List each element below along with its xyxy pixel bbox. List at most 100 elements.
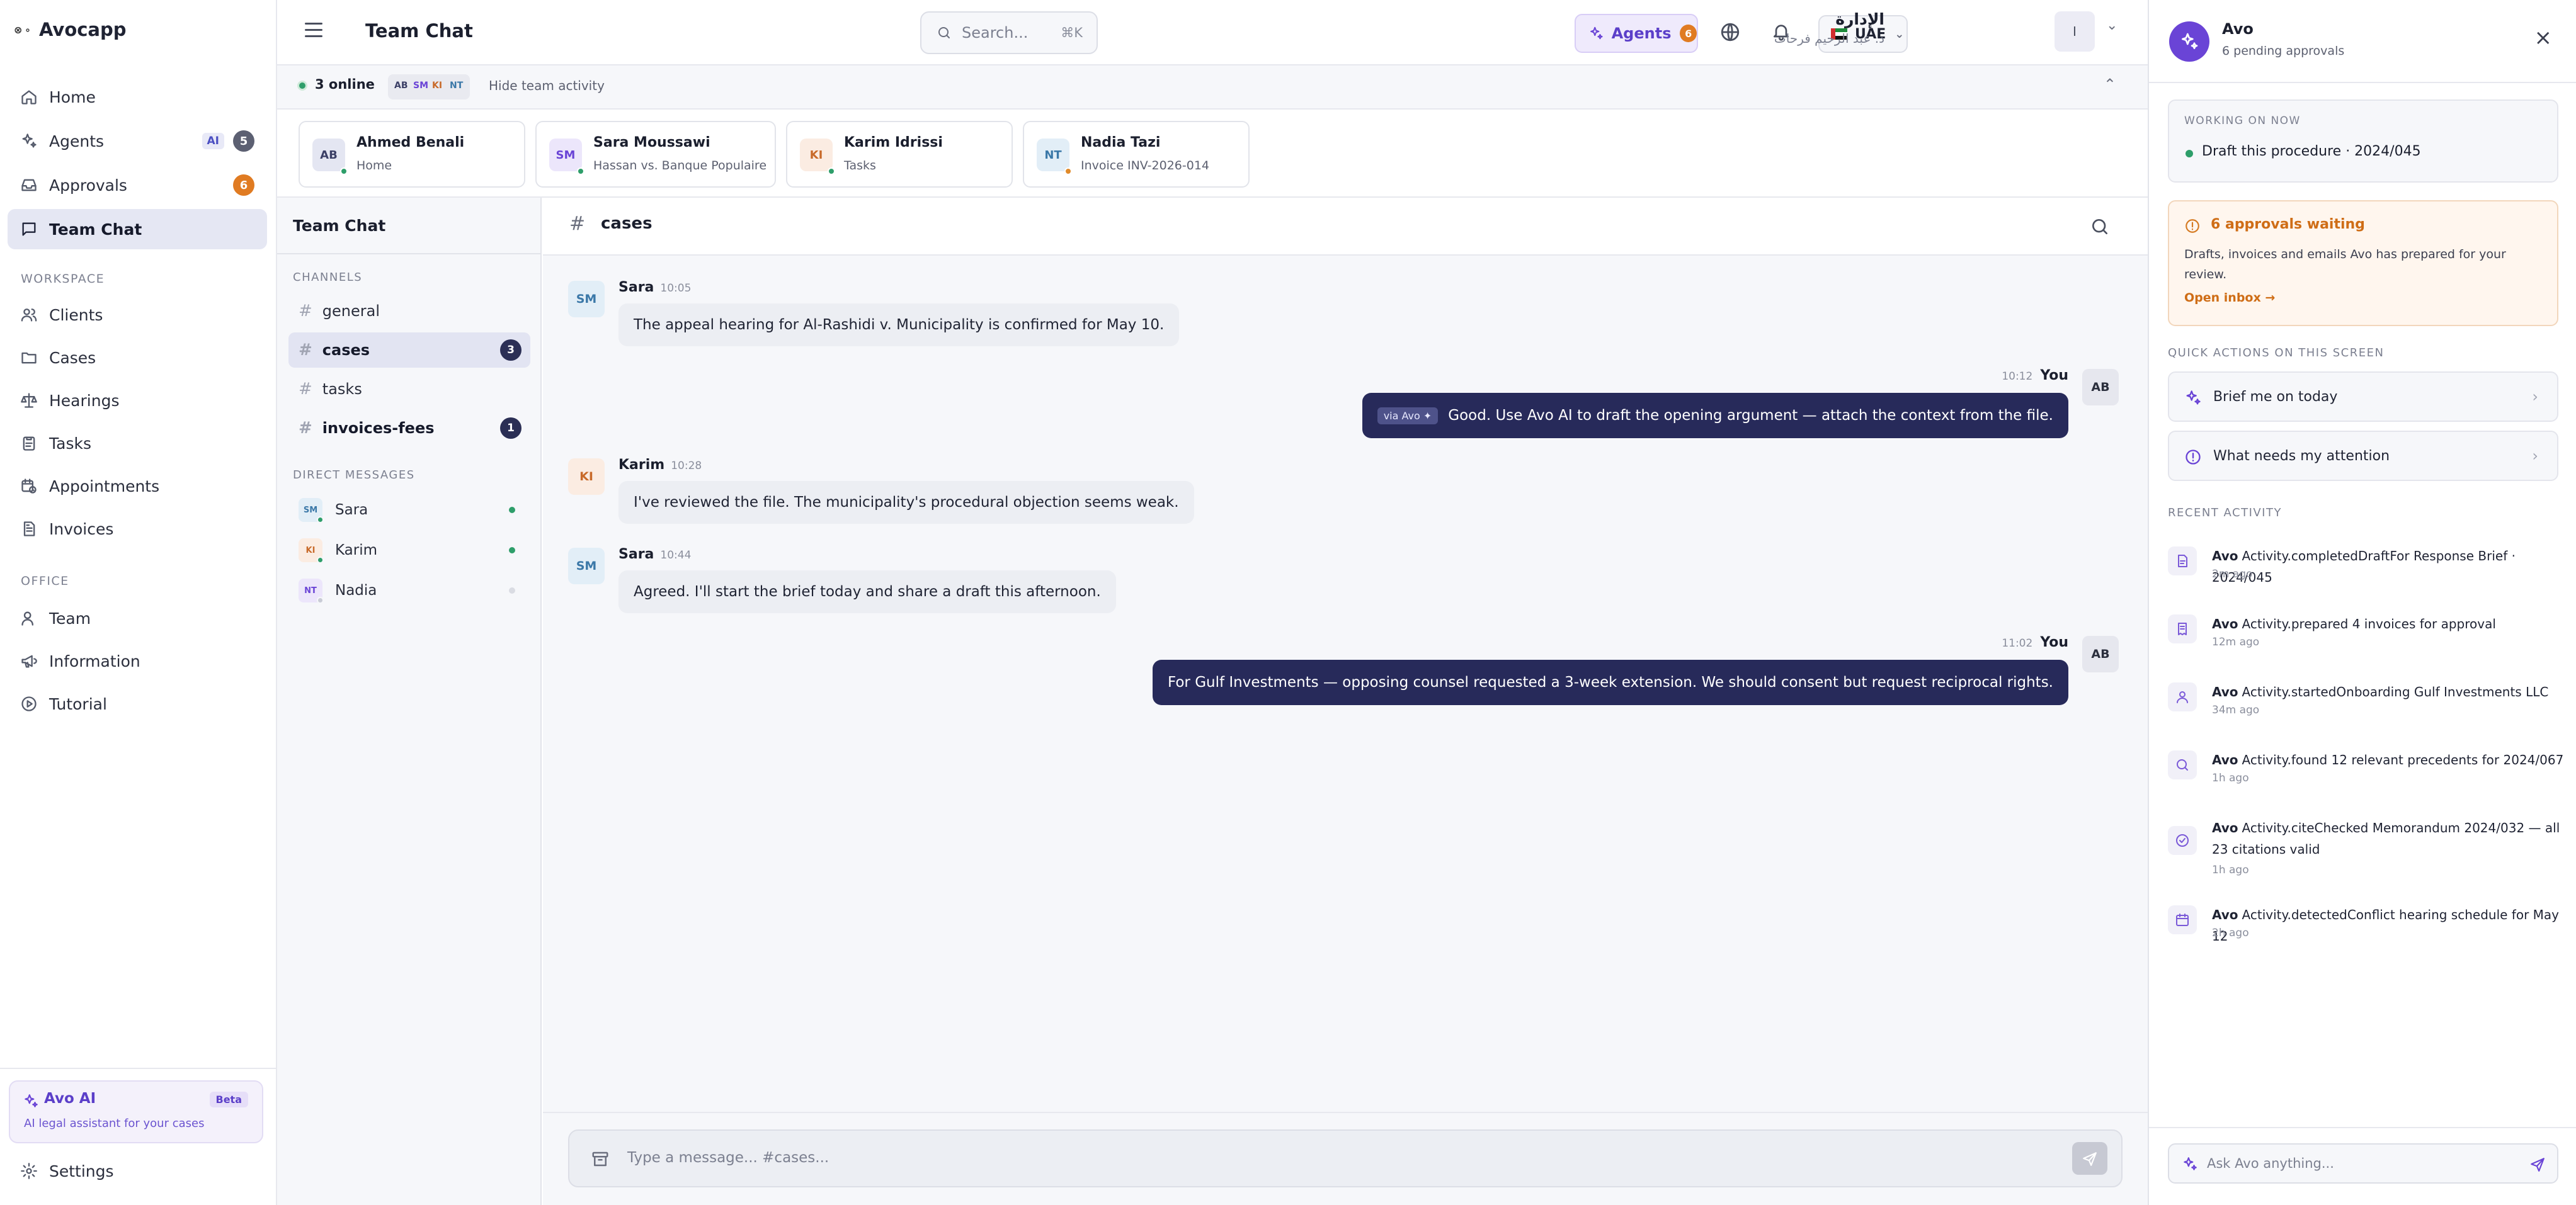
nav-item-tutorial[interactable]: Tutorial [8,684,267,724]
brand-name: Avocapp [39,19,127,40]
archive-icon[interactable] [591,1150,610,1168]
check-circle-icon [2168,826,2197,855]
dm-item-nadia[interactable]: NT Nadia [288,573,530,608]
avatar: NT [299,579,324,604]
mini-avatar: SM [413,81,429,91]
sidebar-divider [0,1068,276,1069]
presence-card[interactable]: KI Karim Idrissi Tasks [786,121,1013,188]
avo-ai-card[interactable]: Avo AI Beta AI legal assistant for your … [9,1080,263,1143]
brief-me-button[interactable]: Brief me on today › [2168,371,2558,422]
timestamp: 10:12 [2002,370,2033,383]
avo-card-subtitle: AI legal assistant for your cases [24,1117,205,1130]
avatar: SM [299,498,324,523]
folder-icon [21,352,37,364]
search-placeholder: Search... [962,24,1029,42]
activity-time: 1h ago [2212,864,2249,876]
nav-item-hearings[interactable]: Hearings [8,380,267,421]
user-info[interactable]: الإدارة د. عبد الرحيم فرحات [1774,10,1884,46]
activity-text: Activity.completedDraftFor Response Brie… [2212,548,2516,585]
activity-time: 12m ago [2212,636,2260,648]
activity-actor: Avo [2212,752,2238,767]
online-avatars: AB SM KI NT [388,74,470,99]
dm-name: Nadia [335,582,377,599]
member-name: Karim Idrissi [844,135,943,150]
unread-badge: 3 [500,339,521,361]
presence-card[interactable]: SM Sara Moussawi Hassan vs. Banque Popul… [535,121,776,188]
member-name: Sara Moussawi [593,135,710,150]
search-shortcut: ⌘K [1061,25,1083,40]
nav-item-invoices[interactable]: Invoices [8,509,267,549]
member-location: Tasks [844,159,876,173]
alert-circle-icon [2186,450,2201,465]
chevron-right-icon: › [2532,447,2538,465]
channel-item-tasks[interactable]: # tasks [288,371,530,407]
nav-label: Settings [49,1162,114,1180]
channel-item-invoices-fees[interactable]: # invoices-fees 1 [288,410,530,446]
presence-card[interactable]: NT Nadia Tazi Invoice INV-2026-014 [1023,121,1250,188]
nav-item-cases[interactable]: Cases [8,337,267,378]
attention-button[interactable]: What needs my attention › [2168,431,2558,481]
send-icon[interactable] [2529,1156,2546,1172]
chevron-down-icon[interactable]: ⌄ [2106,18,2117,33]
nav-item-team[interactable]: Team [8,598,267,638]
channel-item-cases[interactable]: # cases 3 [288,332,530,368]
nav-item-home[interactable]: Home [8,77,267,117]
calendar-icon [2168,905,2197,934]
send-button[interactable] [2072,1142,2107,1175]
timestamp: 10:28 [671,460,702,472]
nav-item-agents[interactable]: Agents AI 5 [8,121,267,161]
presence-card[interactable]: AB Ahmed Benali Home [299,121,525,188]
composer-divider [543,1112,2148,1113]
channel-sidebar: Team Chat CHANNELS # general # cases 3 #… [277,198,542,1205]
beta-badge: Beta [209,1092,248,1107]
avatar[interactable]: I [2055,11,2095,52]
message-input[interactable]: Type a message... #cases... [627,1150,829,1166]
working-on-now-card: WORKING ON NOW Draft this procedure · 20… [2168,99,2558,183]
channel-name: general [322,302,380,320]
section-label-workspace: WORKSPACE [21,272,105,286]
search-icon[interactable] [2090,217,2110,237]
activity-text: Activity.detectedConflict hearing schedu… [2212,907,2559,944]
working-label: WORKING ON NOW [2184,115,2301,127]
sender-name: You [2040,635,2068,650]
nav-item-tasks[interactable]: Tasks [8,423,267,463]
dm-item-sara[interactable]: SM Sara [288,492,530,528]
nav-item-clients[interactable]: Clients [8,295,267,335]
nav-label: Hearings [49,391,120,410]
sidebar: ⊗ ∘ Avocapp Home Agents AI 5 Approvals 6… [0,0,277,1205]
nav-item-approvals[interactable]: Approvals 6 [8,165,267,205]
hash-icon: # [299,302,312,320]
message-meta: Sara 10:44 [618,546,691,562]
message-meta: 11:02 You [2002,635,2068,650]
nav-item-appointments[interactable]: Appointments [8,466,267,506]
nav-item-settings[interactable]: Settings [8,1152,267,1190]
sender-name: You [2040,368,2068,383]
approvals-waiting-card: 6 approvals waiting Drafts, invoices and… [2168,200,2558,326]
globe-icon[interactable] [1719,21,1741,43]
nav-item-information[interactable]: Information [8,641,267,681]
chevron-up-icon[interactable]: ⌃ [2104,76,2116,93]
timestamp: 11:02 [2002,637,2033,650]
search-icon [938,27,950,38]
ask-avo-input[interactable]: Ask Avo anything... [2168,1143,2558,1184]
open-inbox-link[interactable]: Open inbox → [2184,291,2275,305]
receipt-icon [2168,614,2197,643]
message-bubble: For Gulf Investments — opposing counsel … [1152,660,2068,705]
channel-item-general[interactable]: # general [288,293,530,329]
send-icon [2083,1152,2097,1166]
working-task: Draft this procedure · 2024/045 [2202,144,2421,159]
agents-button[interactable]: Agents 6 [1575,14,1698,53]
nav-item-team-chat[interactable]: Team Chat [8,209,267,249]
timestamp: 10:05 [660,282,692,295]
search-input[interactable]: Search... ⌘K [920,11,1098,54]
recent-activity-label: RECENT ACTIVITY [2168,506,2282,519]
brand[interactable]: ⊗ ∘ Avocapp [14,19,127,40]
nav-label: Home [49,88,96,106]
close-icon[interactable]: × [2534,25,2553,50]
menu-toggle-icon[interactable] [305,23,322,38]
dm-item-karim[interactable]: KI Karim [288,533,530,568]
divider [2149,82,2576,83]
status-dot [509,547,515,553]
message-bubble: via Avo ✦ Good. Use Avo AI to draft the … [1362,393,2068,438]
hide-team-activity-link[interactable]: Hide team activity [489,78,605,93]
